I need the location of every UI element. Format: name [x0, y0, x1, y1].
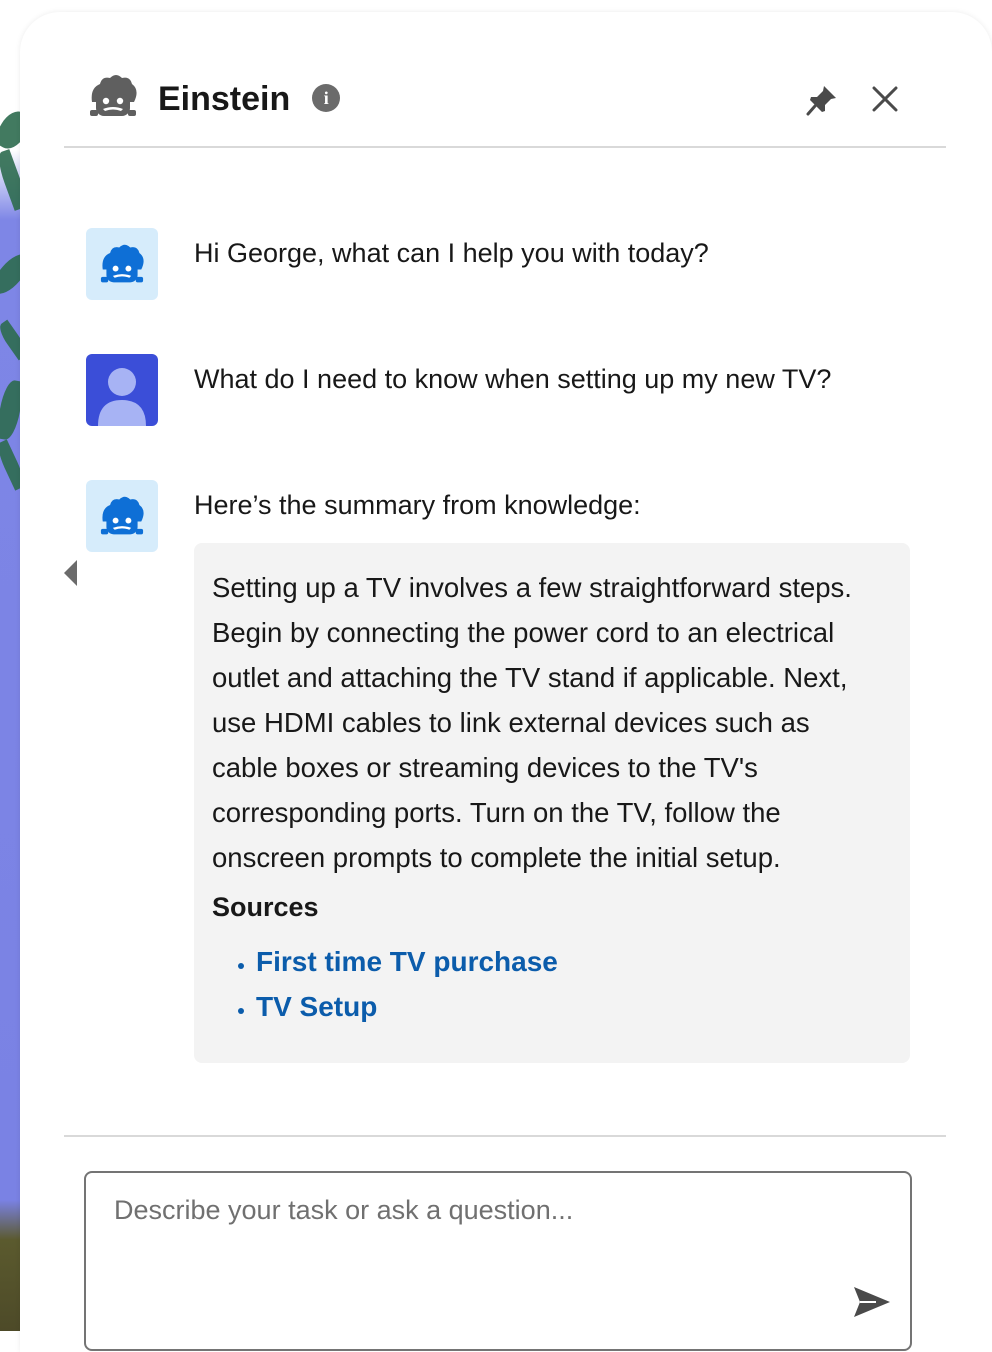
summary-body: Setting up a TV involves a few straightf… — [212, 572, 852, 873]
message-input[interactable] — [86, 1173, 910, 1293]
send-icon[interactable] — [852, 1285, 892, 1319]
message-assistant-summary: Here’s the summary from knowledge: — [86, 480, 641, 552]
sources-list: First time TV purchase TV Setup — [212, 939, 892, 1029]
message-assistant-greeting: Hi George, what can I help you with toda… — [86, 228, 709, 300]
einstein-avatar — [86, 228, 158, 300]
message-user-question: What do I need to know when setting up m… — [86, 354, 831, 426]
composer-divider — [64, 1135, 946, 1137]
einstein-icon — [90, 75, 137, 116]
message-text: What do I need to know when setting up m… — [194, 364, 832, 394]
user-icon — [98, 368, 146, 426]
einstein-icon — [100, 244, 144, 283]
close-icon[interactable] — [870, 84, 900, 114]
einstein-icon — [100, 496, 144, 535]
einstein-avatar — [86, 480, 158, 552]
source-link-tv-setup[interactable]: TV Setup — [256, 984, 892, 1029]
sources-heading: Sources — [212, 892, 319, 922]
pin-icon[interactable] — [804, 82, 840, 118]
user-avatar — [86, 354, 158, 426]
composer — [84, 1171, 912, 1351]
chevron-left-icon[interactable] — [64, 560, 77, 586]
source-link-first-time-tv-purchase[interactable]: First time TV purchase — [256, 939, 892, 984]
panel-header: Einstein i — [64, 62, 946, 148]
panel-title: Einstein — [158, 80, 291, 118]
info-icon[interactable]: i — [312, 84, 341, 112]
knowledge-summary-card: Setting up a TV involves a few straightf… — [194, 543, 910, 1063]
message-text: Hi George, what can I help you with toda… — [194, 238, 709, 268]
